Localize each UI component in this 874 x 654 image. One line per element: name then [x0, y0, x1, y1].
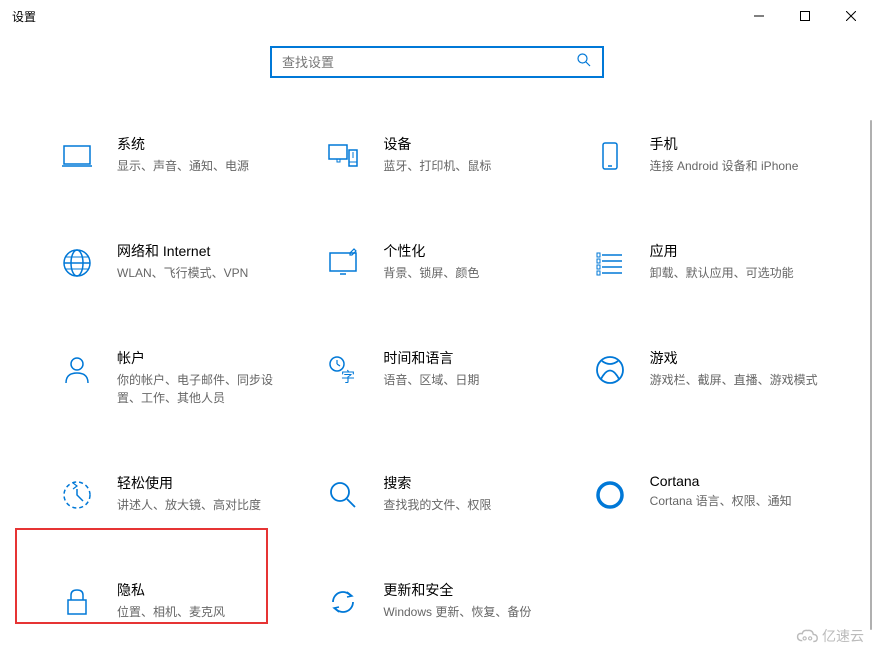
- window-controls: [736, 0, 874, 32]
- tile-ease-of-access[interactable]: 轻松使用 讲述人、放大镜、高对比度: [55, 469, 311, 518]
- tile-title: 搜索: [383, 473, 491, 493]
- watermark-text: 亿速云: [822, 626, 864, 646]
- tile-text: 轻松使用 讲述人、放大镜、高对比度: [117, 473, 261, 514]
- window-title: 设置: [12, 8, 36, 25]
- update-icon: [325, 584, 361, 620]
- personalization-icon: [325, 245, 361, 281]
- time-language-icon: 字: [325, 352, 361, 388]
- tile-subtitle: 讲述人、放大镜、高对比度: [117, 496, 261, 514]
- tile-text: 时间和语言 语音、区域、日期: [383, 348, 479, 389]
- tile-text: 隐私 位置、相机、麦克风: [117, 580, 225, 621]
- tile-subtitle: Cortana 语言、权限、通知: [650, 492, 792, 510]
- tile-privacy[interactable]: 隐私 位置、相机、麦克风: [55, 576, 311, 625]
- maximize-button[interactable]: [782, 0, 828, 32]
- tile-network[interactable]: 网络和 Internet WLAN、飞行模式、VPN: [55, 237, 311, 286]
- tile-subtitle: Windows 更新、恢复、备份: [383, 603, 531, 621]
- tile-cortana[interactable]: Cortana Cortana 语言、权限、通知: [588, 469, 844, 518]
- content-scroll[interactable]: 系统 显示、声音、通知、电源 设备 蓝牙、打印机、鼠标 手机 连接 Androi…: [0, 120, 874, 654]
- tile-text: 个性化 背景、锁屏、颜色: [383, 241, 479, 282]
- tile-text: 游戏 游戏栏、截屏、直播、游戏模式: [650, 348, 818, 389]
- tile-subtitle: 背景、锁屏、颜色: [383, 264, 479, 282]
- tile-title: 个性化: [383, 241, 479, 261]
- xbox-icon: [592, 352, 628, 388]
- tile-subtitle: 连接 Android 设备和 iPhone: [650, 157, 799, 175]
- tile-personalization[interactable]: 个性化 背景、锁屏、颜色: [321, 237, 577, 286]
- close-button[interactable]: [828, 0, 874, 32]
- tile-accounts[interactable]: 帐户 你的帐户、电子邮件、同步设置、工作、其他人员: [55, 344, 311, 411]
- apps-icon: [592, 245, 628, 281]
- tile-subtitle: 蓝牙、打印机、鼠标: [383, 157, 491, 175]
- minimize-button[interactable]: [736, 0, 782, 32]
- tile-text: 设备 蓝牙、打印机、鼠标: [383, 134, 491, 175]
- person-icon: [59, 352, 95, 388]
- settings-grid: 系统 显示、声音、通知、电源 设备 蓝牙、打印机、鼠标 手机 连接 Androi…: [0, 120, 874, 654]
- phone-icon: [592, 138, 628, 174]
- tile-title: 手机: [650, 134, 799, 154]
- tile-text: Cortana Cortana 语言、权限、通知: [650, 473, 792, 510]
- tile-subtitle: 语音、区域、日期: [383, 371, 479, 389]
- tile-search[interactable]: 搜索 查找我的文件、权限: [321, 469, 577, 518]
- search-icon: [576, 52, 592, 73]
- tile-title: 时间和语言: [383, 348, 479, 368]
- tile-text: 系统 显示、声音、通知、电源: [117, 134, 249, 175]
- svg-text:字: 字: [341, 369, 355, 385]
- tile-subtitle: 查找我的文件、权限: [383, 496, 491, 514]
- titlebar: 设置: [0, 0, 874, 32]
- search-box[interactable]: [270, 46, 604, 78]
- tile-subtitle: 显示、声音、通知、电源: [117, 157, 249, 175]
- tile-subtitle: 你的帐户、电子邮件、同步设置、工作、其他人员: [117, 371, 287, 407]
- tile-title: 设备: [383, 134, 491, 154]
- tile-text: 帐户 你的帐户、电子邮件、同步设置、工作、其他人员: [117, 348, 287, 407]
- tile-subtitle: WLAN、飞行模式、VPN: [117, 264, 248, 282]
- search-icon: [325, 477, 361, 513]
- tile-gaming[interactable]: 游戏 游戏栏、截屏、直播、游戏模式: [588, 344, 844, 411]
- tile-title: 隐私: [117, 580, 225, 600]
- lock-icon: [59, 584, 95, 620]
- tile-system[interactable]: 系统 显示、声音、通知、电源: [55, 130, 311, 179]
- tile-title: 应用: [650, 241, 794, 261]
- cortana-icon: [592, 477, 628, 513]
- tile-subtitle: 卸载、默认应用、可选功能: [650, 264, 794, 282]
- tile-title: 更新和安全: [383, 580, 531, 600]
- search-input[interactable]: [282, 55, 576, 70]
- search-container: [0, 32, 874, 118]
- tile-phone[interactable]: 手机 连接 Android 设备和 iPhone: [588, 130, 844, 179]
- tile-title: 游戏: [650, 348, 818, 368]
- tile-update-security[interactable]: 更新和安全 Windows 更新、恢复、备份: [321, 576, 577, 625]
- devices-icon: [325, 138, 361, 174]
- tile-title: 系统: [117, 134, 249, 154]
- tile-title: 网络和 Internet: [117, 241, 248, 261]
- tile-text: 手机 连接 Android 设备和 iPhone: [650, 134, 799, 175]
- globe-icon: [59, 245, 95, 281]
- scrollbar-thumb[interactable]: [870, 120, 872, 630]
- tile-title: 帐户: [117, 348, 287, 368]
- tile-subtitle: 位置、相机、麦克风: [117, 603, 225, 621]
- tile-title: 轻松使用: [117, 473, 261, 493]
- tile-text: 应用 卸载、默认应用、可选功能: [650, 241, 794, 282]
- tile-devices[interactable]: 设备 蓝牙、打印机、鼠标: [321, 130, 577, 179]
- tile-apps[interactable]: 应用 卸载、默认应用、可选功能: [588, 237, 844, 286]
- tile-title: Cortana: [650, 473, 792, 489]
- tile-subtitle: 游戏栏、截屏、直播、游戏模式: [650, 371, 818, 389]
- watermark: 亿速云: [796, 626, 864, 646]
- ease-of-access-icon: [59, 477, 95, 513]
- vertical-scrollbar[interactable]: [868, 120, 874, 654]
- tile-text: 更新和安全 Windows 更新、恢复、备份: [383, 580, 531, 621]
- tile-text: 搜索 查找我的文件、权限: [383, 473, 491, 514]
- system-icon: [59, 138, 95, 174]
- tile-text: 网络和 Internet WLAN、飞行模式、VPN: [117, 241, 248, 282]
- tile-time-language[interactable]: 字 时间和语言 语音、区域、日期: [321, 344, 577, 411]
